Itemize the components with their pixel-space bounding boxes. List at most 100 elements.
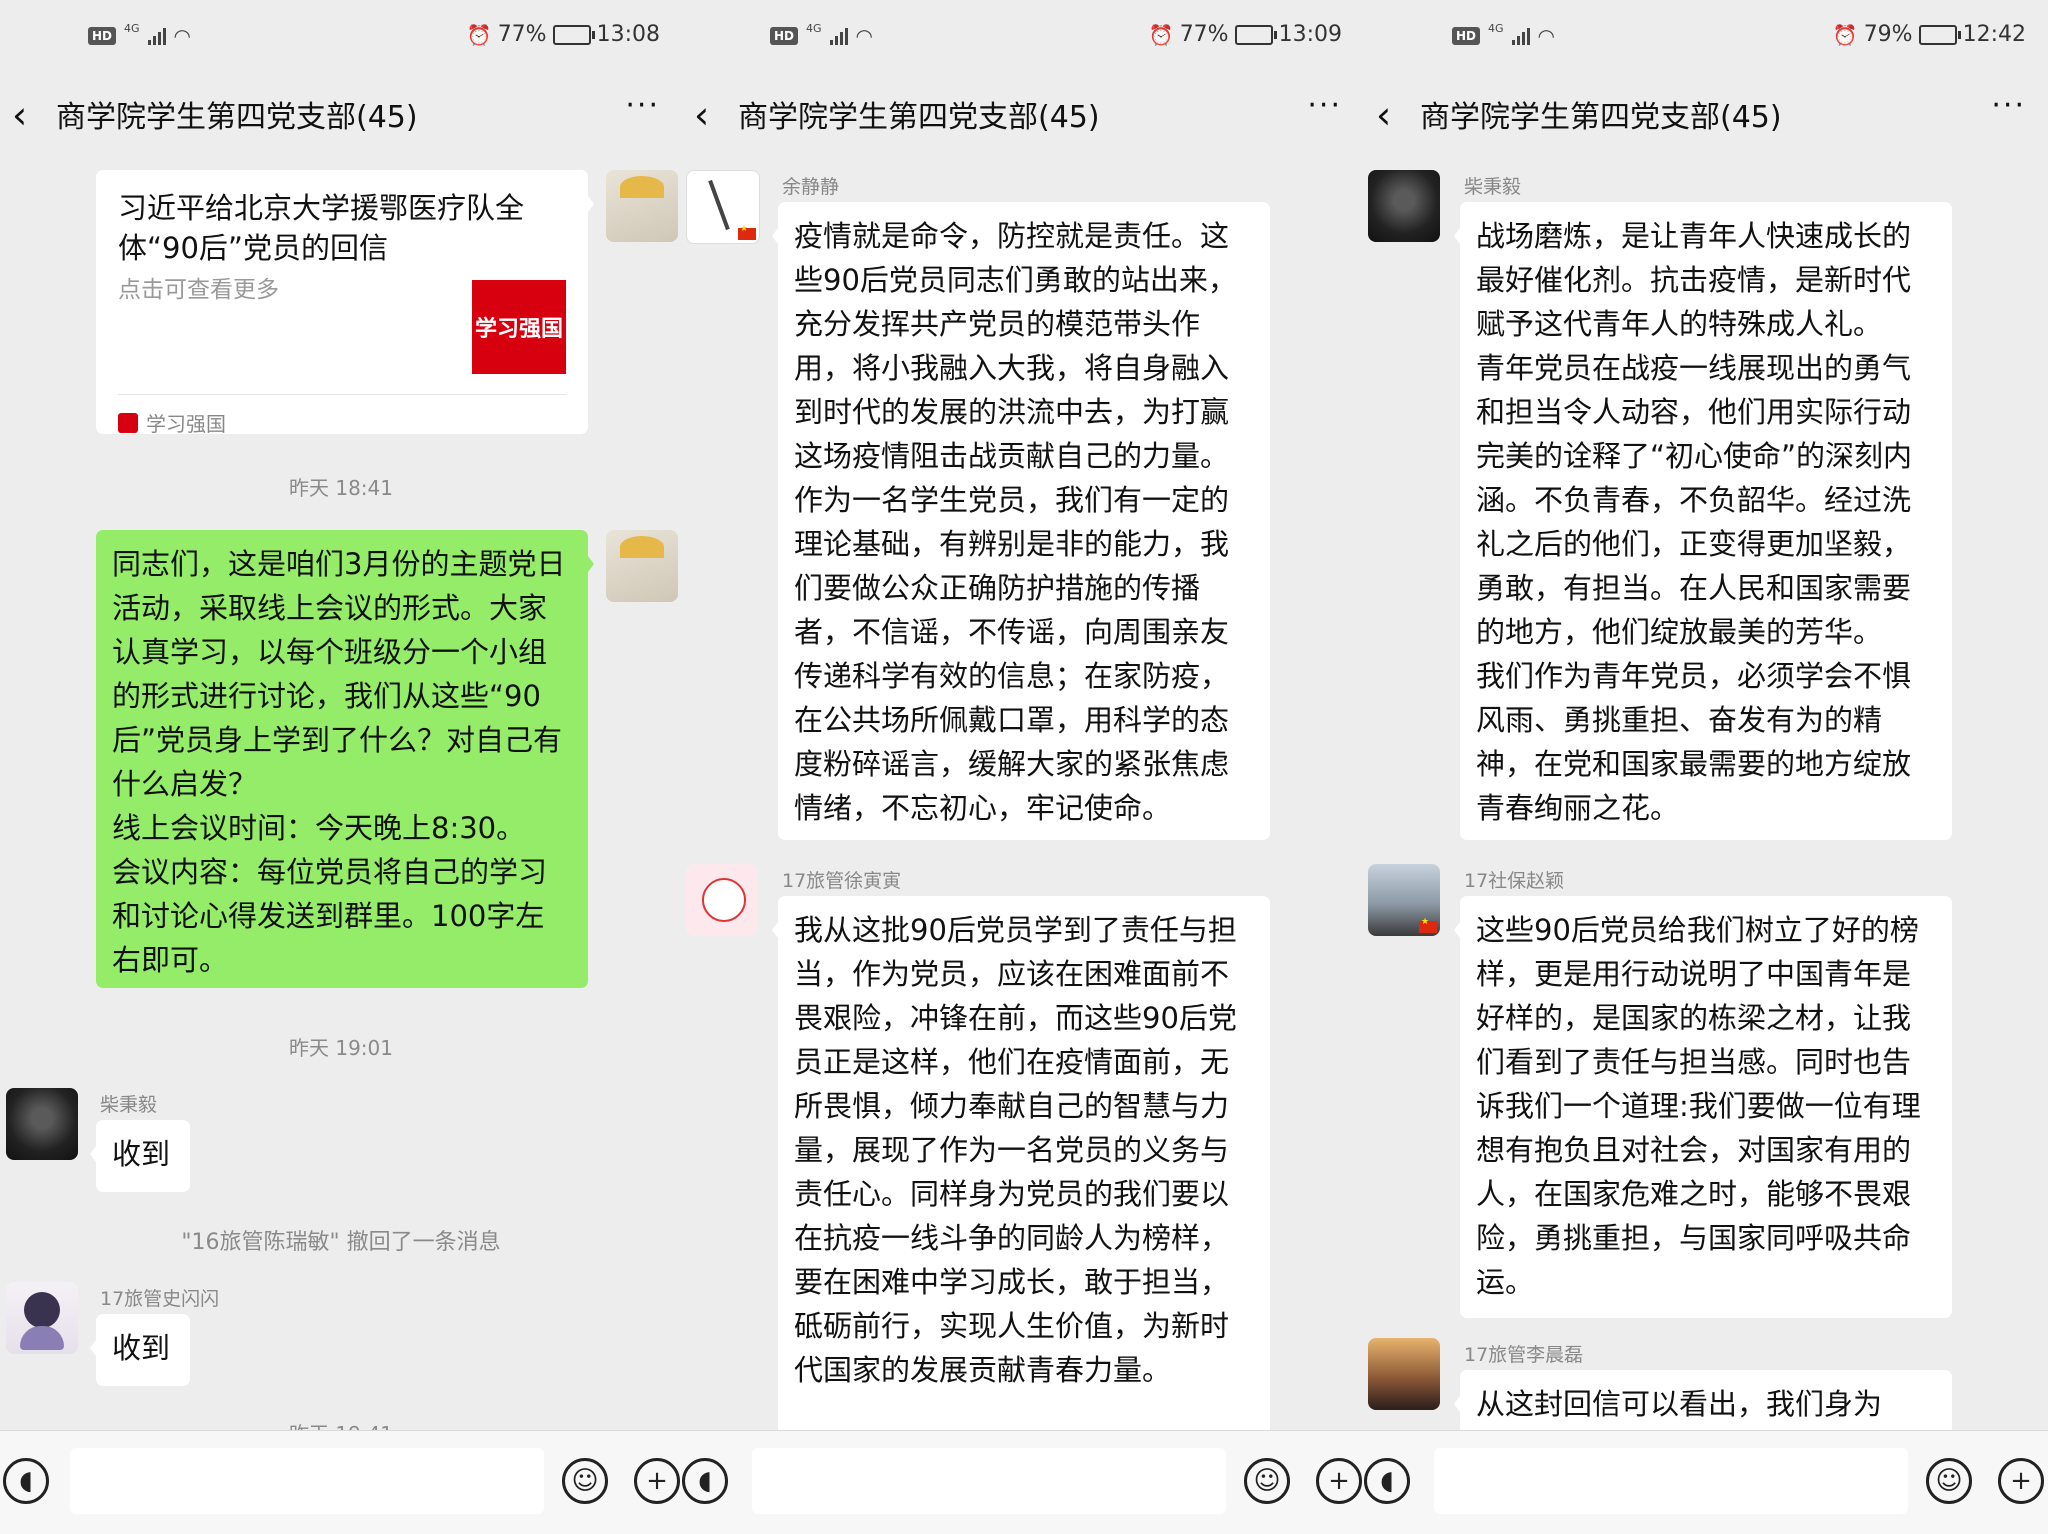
sender-name: 余静静 xyxy=(782,176,840,198)
plus-icon[interactable]: + xyxy=(634,1458,680,1504)
my-avatar[interactable] xyxy=(606,530,678,602)
chat-screen-3: HD 4G ◠ ⏰ 79% 12:42 ‹ 商学院学生第四党支部(45) ···… xyxy=(1364,0,2048,1534)
message-list[interactable]: 习近平给北京大学援鄂医疗队全体“90后”党员的回信 点击可查看更多 学习强国 学… xyxy=(0,146,682,1431)
battery-percent: 77% xyxy=(497,22,547,47)
recall-notice: "16旅管陈瑞敏" 撤回了一条消息 xyxy=(181,1230,501,1255)
member-message[interactable]: 我从这批90后党员学到了责任与担当，作为党员，应该在困难面前不畏艰险，冲锋在前，… xyxy=(772,896,1270,1431)
member-avatar[interactable] xyxy=(6,1282,78,1354)
emoji-icon[interactable]: ☺ xyxy=(562,1458,608,1504)
plus-icon[interactable]: + xyxy=(1998,1458,2044,1504)
signal-icon xyxy=(829,27,848,45)
timestamp: 昨天 19:01 xyxy=(289,1036,393,1060)
message-input[interactable] xyxy=(1434,1448,1908,1514)
chat-screen-1: HD 4G ◠ ⏰ 77% 13:08 ‹ 商学院学生第四党支部(45) ···… xyxy=(0,0,682,1534)
member-message[interactable]: 疫情就是命令，防控就是责任。这些90后党员同志们勇敢的站出来，充分发挥共产党员的… xyxy=(772,202,1270,840)
card-source-label: 学习强国 xyxy=(146,412,226,436)
more-dots-icon[interactable]: ··· xyxy=(1991,88,2026,123)
hd-badge: HD xyxy=(1452,27,1481,45)
card-divider xyxy=(118,394,566,395)
chat-title: 商学院学生第四党支部(45) xyxy=(56,100,418,135)
clock: 12:42 xyxy=(1962,22,2026,47)
wifi-icon: ◠ xyxy=(1537,24,1555,48)
message-text: 收到 xyxy=(112,1331,171,1365)
sender-name: 柴秉毅 xyxy=(1464,176,1522,198)
battery-percent: 77% xyxy=(1179,22,1229,47)
battery-percent: 79% xyxy=(1863,22,1913,47)
emoji-icon[interactable]: ☺ xyxy=(1244,1458,1290,1504)
card-thumbnail: 学习强国 xyxy=(472,280,566,374)
voice-icon[interactable]: ◖ xyxy=(682,1458,728,1504)
nav-bar: ‹ 商学院学生第四党支部(45) ··· xyxy=(682,80,1364,146)
xuexi-app-icon xyxy=(118,412,138,433)
alarm-icon: ⏰ xyxy=(1148,22,1174,47)
member-avatar[interactable] xyxy=(1368,170,1440,242)
member-avatar[interactable] xyxy=(1368,864,1440,936)
sender-name: 17旅管徐寅寅 xyxy=(782,870,902,892)
china-flag-icon xyxy=(738,224,756,240)
alarm-icon: ⏰ xyxy=(1832,22,1858,47)
battery-icon xyxy=(1918,24,1961,45)
status-bar: HD 4G ◠ ⏰ 77% 13:08 xyxy=(0,0,682,80)
member-message[interactable]: 这些90后党员给我们树立了好的榜样，更是用行动说明了中国青年是好样的，是国家的栋… xyxy=(1454,896,1952,1318)
sender-name: 17旅管史闪闪 xyxy=(100,1288,220,1310)
chevron-left-icon[interactable]: ‹ xyxy=(694,96,709,134)
wifi-icon: ◠ xyxy=(173,24,191,48)
more-dots-icon[interactable]: ··· xyxy=(625,88,660,123)
message-text: 我从这批90后党员学到了责任与担当，作为党员，应该在困难面前不畏艰险，冲锋在前，… xyxy=(794,913,1237,1387)
card-source: 学习强国 xyxy=(118,408,226,437)
message-list[interactable]: 柴秉毅 战场磨炼，是让青年人快速成长的最好催化剂。抗击疫情，是新时代赋予这代青年… xyxy=(1364,146,2048,1431)
member-message[interactable]: 战场磨炼，是让青年人快速成长的最好催化剂。抗击疫情，是新时代赋予这代青年人的特殊… xyxy=(1454,202,1952,840)
more-dots-icon[interactable]: ··· xyxy=(1307,88,1342,123)
hd-badge: HD xyxy=(770,27,799,45)
status-bar: HD 4G ◠ ⏰ 77% 13:09 xyxy=(682,0,1364,80)
message-list[interactable]: 余静静 疫情就是命令，防控就是责任。这些90后党员同志们勇敢的站出来，充分发挥共… xyxy=(682,146,1364,1431)
network-type: 4G xyxy=(806,21,822,35)
nav-bar: ‹ 商学院学生第四党支部(45) ··· xyxy=(0,80,682,146)
timestamp: 昨天 18:41 xyxy=(289,476,393,500)
message-text: 收到 xyxy=(112,1137,171,1171)
alarm-icon: ⏰ xyxy=(466,22,492,47)
message-input[interactable] xyxy=(752,1448,1226,1514)
chevron-left-icon[interactable]: ‹ xyxy=(12,96,27,134)
chat-title: 商学院学生第四党支部(45) xyxy=(738,100,1100,135)
clock: 13:08 xyxy=(596,22,660,47)
member-avatar[interactable] xyxy=(686,864,758,936)
voice-icon[interactable]: ◖ xyxy=(1364,1458,1410,1504)
chevron-left-icon[interactable]: ‹ xyxy=(1376,96,1391,134)
article-card[interactable]: 习近平给北京大学援鄂医疗队全体“90后”党员的回信 点击可查看更多 学习强国 学… xyxy=(96,170,594,437)
member-avatar[interactable] xyxy=(1368,1338,1440,1410)
plus-icon[interactable]: + xyxy=(1316,1458,1362,1504)
card-title: 习近平给北京大学援鄂医疗队全体“90后”党员的回信 xyxy=(118,191,525,265)
sender-name: 柴秉毅 xyxy=(100,1094,158,1116)
network-type: 4G xyxy=(124,21,140,35)
message-text: 同志们，这是咱们3月份的主题党日活动，采取线上会议的形式。大家认真学习，以每个班… xyxy=(112,547,566,977)
battery-icon xyxy=(552,24,595,45)
network-type: 4G xyxy=(1488,21,1504,35)
voice-icon[interactable]: ◖ xyxy=(3,1458,49,1504)
battery-icon xyxy=(1234,24,1277,45)
my-avatar[interactable] xyxy=(606,170,678,242)
signal-icon xyxy=(1511,27,1530,45)
emoji-icon[interactable]: ☺ xyxy=(1926,1458,1972,1504)
sender-name: 17社保赵颖 xyxy=(1464,870,1565,892)
sender-name: 17旅管李晨磊 xyxy=(1464,1344,1584,1366)
nav-bar: ‹ 商学院学生第四党支部(45) ··· xyxy=(1364,80,2048,146)
chat-screen-2: HD 4G ◠ ⏰ 77% 13:09 ‹ 商学院学生第四党支部(45) ···… xyxy=(682,0,1364,1534)
member-message[interactable]: 收到 xyxy=(90,1120,190,1192)
clock: 13:09 xyxy=(1278,22,1342,47)
member-message[interactable]: 从这封回信可以看出，我们身为 xyxy=(1454,1370,1952,1431)
member-avatar[interactable] xyxy=(6,1088,78,1160)
china-flag-icon xyxy=(1419,917,1437,933)
my-message[interactable]: 同志们，这是咱们3月份的主题党日活动，采取线上会议的形式。大家认真学习，以每个班… xyxy=(96,530,594,988)
input-bar: ◖ ☺ + xyxy=(682,1430,1364,1534)
hd-badge: HD xyxy=(88,27,117,45)
signal-icon xyxy=(147,27,166,45)
member-message[interactable]: 收到 xyxy=(90,1314,190,1386)
input-bar: ◖ ☺ + xyxy=(0,1430,682,1534)
message-input[interactable] xyxy=(70,1448,544,1514)
wifi-icon: ◠ xyxy=(855,24,873,48)
status-bar: HD 4G ◠ ⏰ 79% 12:42 xyxy=(1364,0,2048,80)
message-text: 战场磨炼，是让青年人快速成长的最好催化剂。抗击疫情，是新时代赋予这代青年人的特殊… xyxy=(1476,219,1913,825)
member-avatar[interactable] xyxy=(686,170,760,244)
chat-title: 商学院学生第四党支部(45) xyxy=(1420,100,1782,135)
